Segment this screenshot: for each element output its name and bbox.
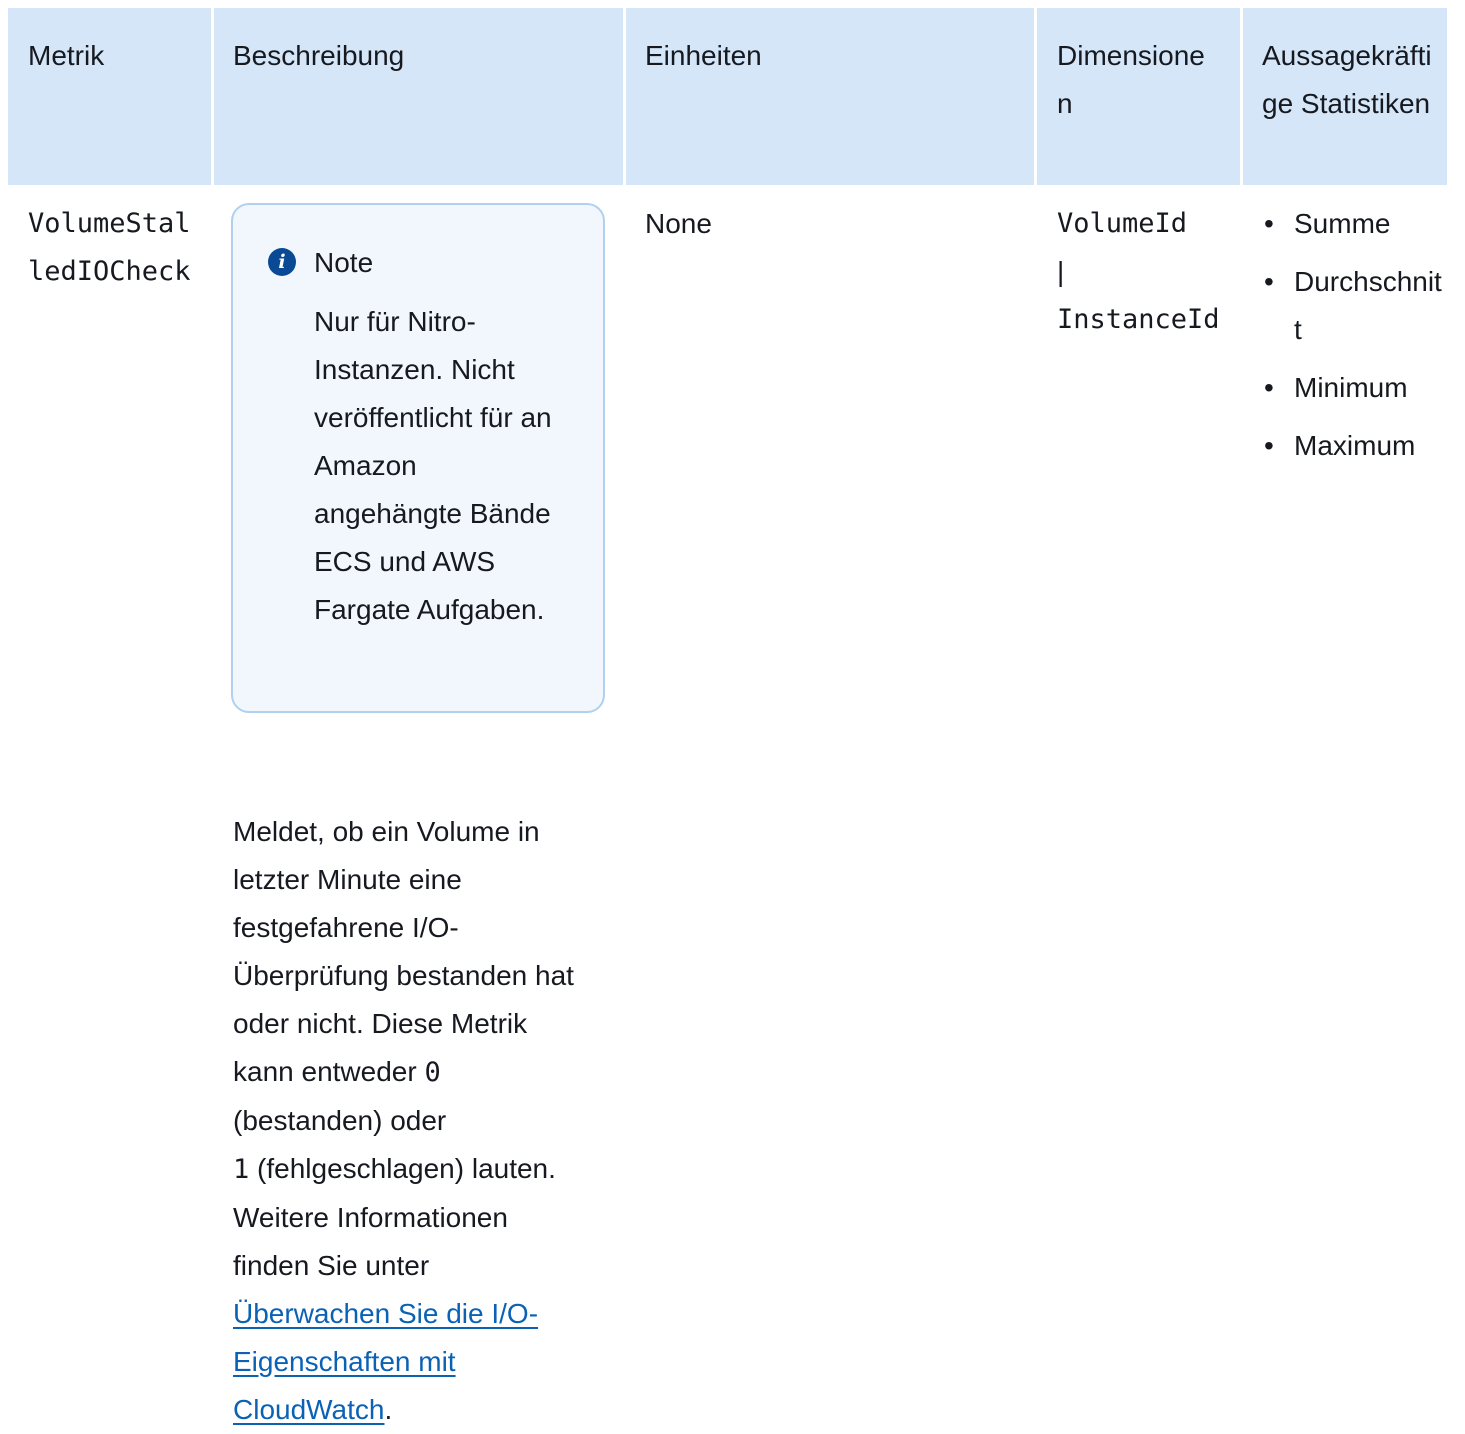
statistics-list: • Summe • Durchschnitt • Minimum • Maximum bbox=[1262, 200, 1462, 480]
code-value-failed: 1 bbox=[233, 1154, 250, 1185]
description-text: Meldet, ob ein Volume in letzter Minute … bbox=[233, 816, 574, 1087]
header-dimensions: Dimensionen bbox=[1057, 40, 1205, 119]
description-text: . bbox=[384, 1394, 393, 1425]
note-body: Nur für Nitro-Instanzen. Nicht veröffent… bbox=[314, 306, 552, 625]
list-item: • Maximum bbox=[1264, 430, 1416, 461]
note-title: Note bbox=[314, 247, 374, 278]
units-value: None bbox=[645, 208, 712, 239]
dimension-separator: | bbox=[1057, 256, 1065, 287]
column-divider bbox=[623, 8, 626, 185]
column-divider bbox=[1240, 8, 1243, 185]
description-text: (fehlgeschlagen) lauten. Weitere Informa… bbox=[233, 1153, 556, 1281]
list-item: • Summe bbox=[1264, 208, 1391, 239]
description-text: (bestanden) oder bbox=[233, 1105, 447, 1136]
header-statistics: Aussagekräftige Statistiken bbox=[1262, 40, 1432, 119]
column-divider bbox=[211, 8, 214, 185]
dimension-volume-id: VolumeId bbox=[1057, 208, 1188, 239]
note-callout: i Note Nur für Nitro-Instanzen. Nicht ve… bbox=[231, 203, 605, 713]
list-item: • Minimum bbox=[1264, 372, 1408, 403]
header-units: Einheiten bbox=[645, 40, 762, 71]
header-description: Beschreibung bbox=[233, 40, 405, 71]
dimension-instance-id: InstanceId bbox=[1057, 304, 1220, 335]
header-metric: Metrik bbox=[28, 40, 105, 71]
info-icon: i bbox=[268, 248, 296, 276]
metric-name: VolumeStalledIOCheck bbox=[28, 208, 191, 287]
list-item: • Durchschnitt bbox=[1264, 266, 1442, 345]
column-divider bbox=[1034, 8, 1037, 185]
metric-description: Meldet, ob ein Volume in letzter Minute … bbox=[233, 808, 578, 1434]
code-value-passed: 0 bbox=[424, 1057, 441, 1088]
